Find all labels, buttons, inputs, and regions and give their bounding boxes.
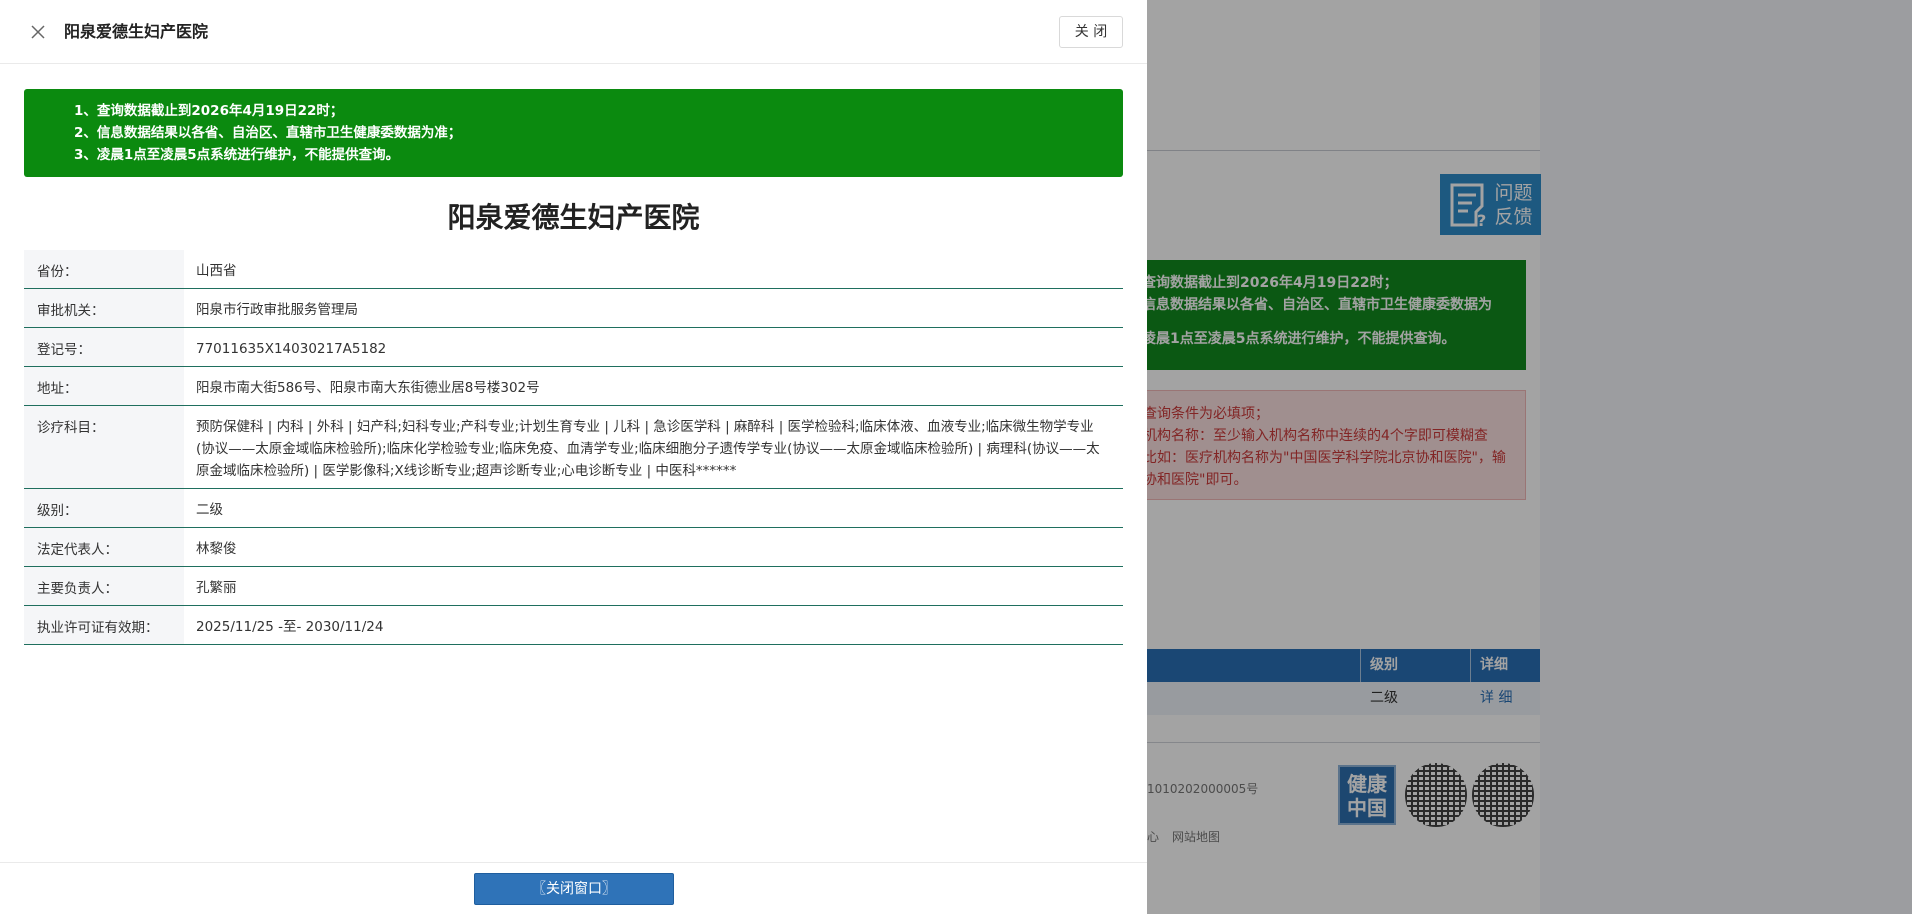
info-row-approval-authority: 审批机关： 阳泉市行政审批服务管理局: [24, 289, 1123, 328]
field-label: 主要负责人：: [24, 567, 184, 605]
field-label: 地址：: [24, 367, 184, 405]
info-row-license-validity: 执业许可证有效期： 2025/11/25 -至- 2030/11/24: [24, 606, 1123, 645]
field-label: 审批机关：: [24, 289, 184, 327]
field-value: 阳泉市南大街586号、阳泉市南大东街德业居8号楼302号: [196, 380, 540, 396]
notice-line: 3、凌晨1点至凌晨5点系统进行维护，不能提供查询。: [74, 147, 400, 163]
field-label: 诊疗科目：: [24, 406, 184, 488]
field-label: 登记号：: [24, 328, 184, 366]
info-row-principal: 主要负责人： 孔繁丽: [24, 567, 1123, 606]
hospital-name-heading: 阳泉爱德生妇产医院: [447, 201, 700, 234]
field-value: 2025/11/25 -至- 2030/11/24: [196, 619, 384, 635]
field-value: 阳泉市行政审批服务管理局: [196, 302, 358, 318]
close-window-button[interactable]: 〖关闭窗口〗: [474, 873, 674, 905]
field-label: 法定代表人：: [24, 528, 184, 566]
notice-line: 1、查询数据截止到2026年4月19日22时；: [74, 103, 344, 119]
info-row-departments: 诊疗科目： 预防保健科 | 内科 | 外科 | 妇产科;妇科专业;产科专业;计划…: [24, 406, 1123, 489]
close-icon[interactable]: [26, 20, 50, 44]
field-label: 省份：: [24, 250, 184, 288]
field-value: 孔繁丽: [196, 580, 237, 596]
field-value: 预防保健科 | 内科 | 外科 | 妇产科;妇科专业;产科专业;计划生育专业 |…: [196, 419, 1100, 479]
field-value: 林黎俊: [196, 541, 237, 557]
close-button[interactable]: 关 闭: [1059, 16, 1123, 48]
info-row-registration-number: 登记号： 77011635X14030217A5182: [24, 328, 1123, 367]
notice-banner: 1、查询数据截止到2026年4月19日22时； 2、信息数据结果以各省、自治区、…: [24, 89, 1123, 177]
dialog-header: 阳泉爱德生妇产医院 关 闭: [0, 0, 1147, 64]
hospital-info-table: 省份： 山西省 审批机关： 阳泉市行政审批服务管理局 登记号： 77011635…: [24, 250, 1123, 645]
field-value: 二级: [196, 502, 223, 518]
field-label: 执业许可证有效期：: [24, 606, 184, 644]
notice-line: 2、信息数据结果以各省、自治区、直辖市卫生健康委数据为准；: [74, 125, 462, 141]
field-label: 级别：: [24, 489, 184, 527]
dialog-footer-divider: [0, 862, 1147, 863]
hospital-detail-dialog: 阳泉爱德生妇产医院 关 闭 1、查询数据截止到2026年4月19日22时； 2、…: [0, 0, 1147, 914]
info-row-address: 地址： 阳泉市南大街586号、阳泉市南大东街德业居8号楼302号: [24, 367, 1123, 406]
field-value: 77011635X14030217A5182: [196, 341, 387, 357]
info-row-level: 级别： 二级: [24, 489, 1123, 528]
field-value: 山西省: [196, 263, 237, 279]
info-row-legal-representative: 法定代表人： 林黎俊: [24, 528, 1123, 567]
dialog-title: 阳泉爱德生妇产医院: [64, 22, 209, 41]
info-row-province: 省份： 山西省: [24, 250, 1123, 289]
